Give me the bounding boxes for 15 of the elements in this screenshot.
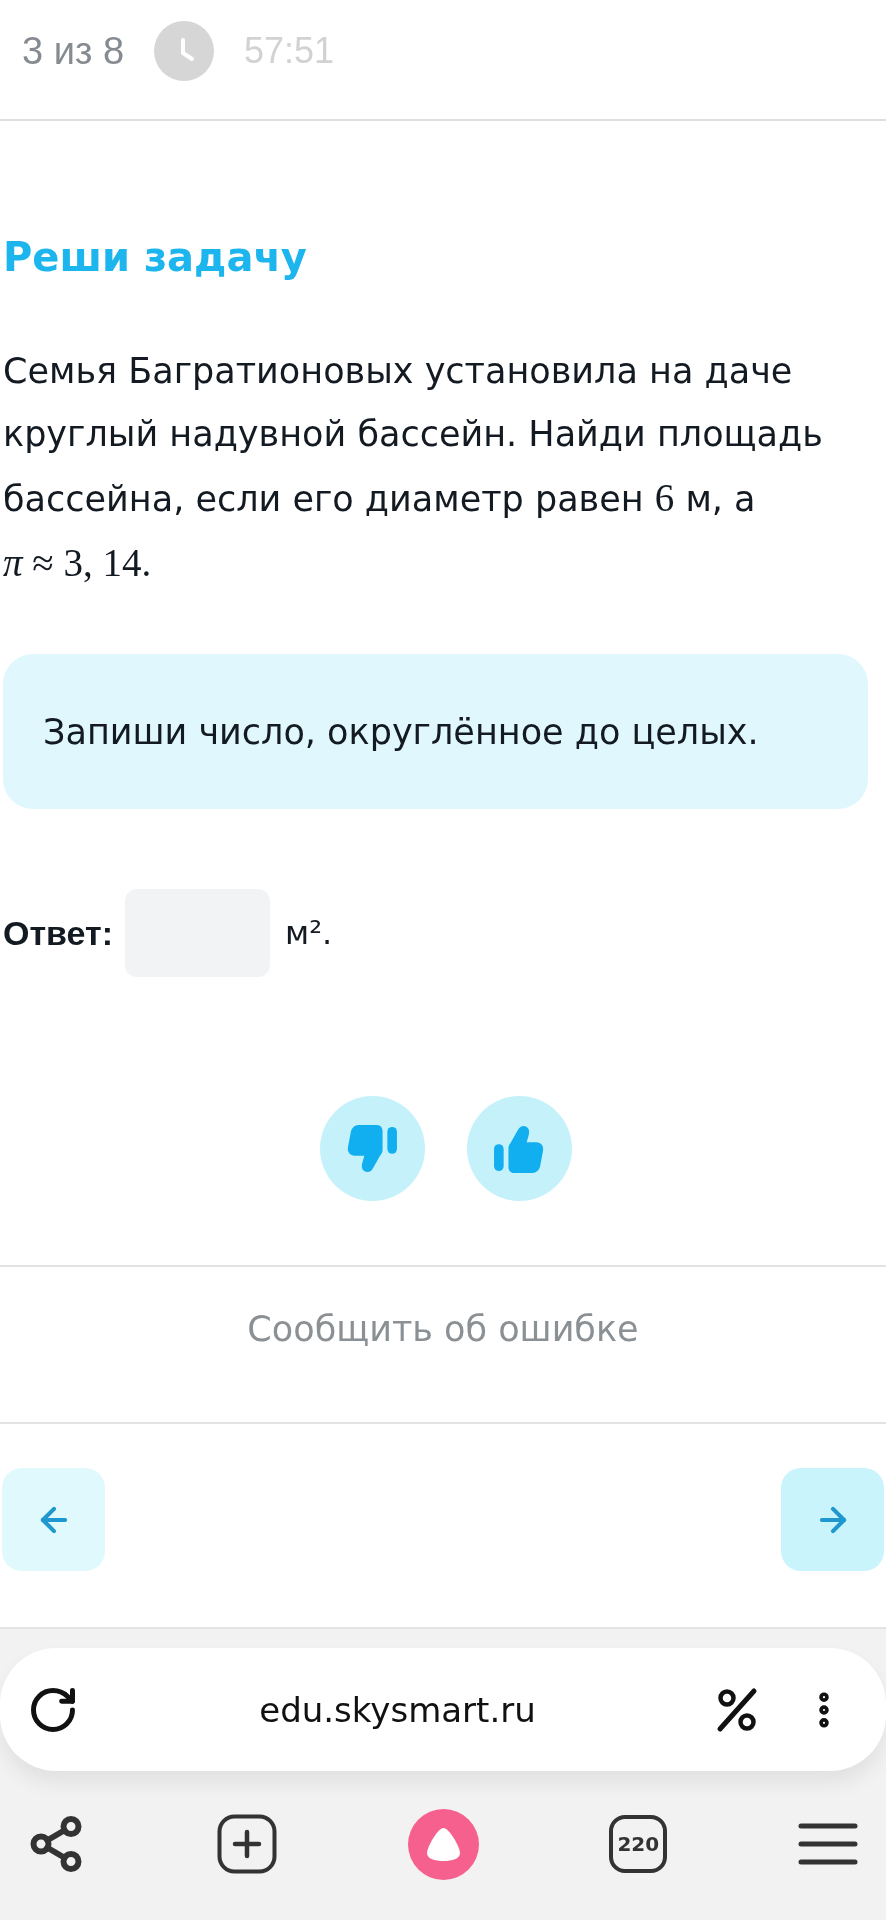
percent-icon[interactable] — [716, 1686, 758, 1733]
problem-text: Семья Багратионовых установила на даче круглый надувной бассейн. Найди площадь бассейна, если его диаметр равен 6 м, а π ≈ 3, 14. — [3, 350, 824, 586]
thumbs-down-icon — [347, 1124, 397, 1173]
task-title: Реши задачу — [3, 233, 308, 282]
clock-icon — [154, 21, 215, 81]
new-tab-icon[interactable] — [216, 1814, 277, 1874]
thumbs-up-icon — [494, 1124, 544, 1173]
url-text[interactable]: edu.skysmart.ru — [79, 1687, 716, 1732]
answer-label: Ответ: — [3, 913, 113, 953]
tabs-counter-button[interactable]: 220 — [609, 1815, 668, 1873]
menu-icon[interactable] — [798, 1822, 858, 1866]
question-counter: 3 из 8 — [22, 29, 125, 74]
hint-text: Запиши число, округлённое до целых. — [43, 710, 759, 753]
assistant-icon[interactable] — [407, 1808, 479, 1880]
unit-text: м². — [285, 913, 333, 953]
